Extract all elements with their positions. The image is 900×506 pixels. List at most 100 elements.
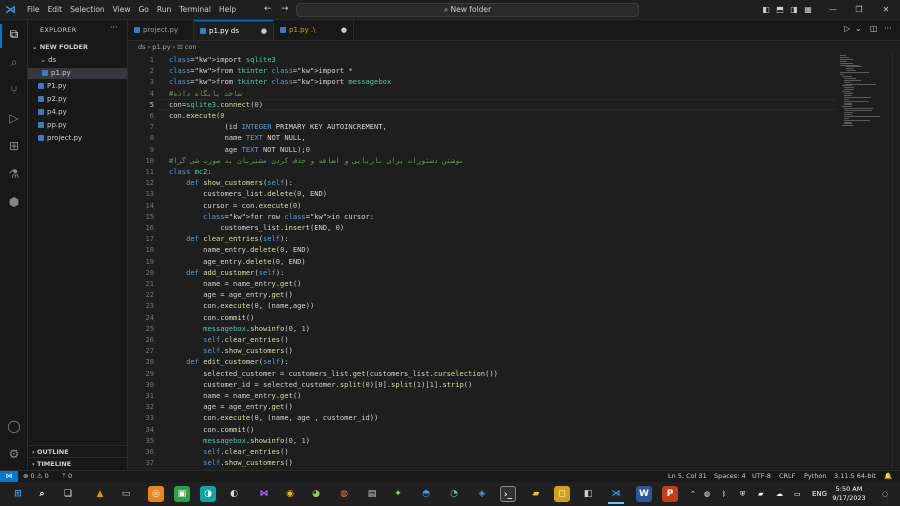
notification-center-icon[interactable]: ◌ — [882, 482, 888, 506]
menu-help[interactable]: Help — [215, 0, 240, 20]
code-line[interactable]: 26 self.clear_entries() — [128, 334, 828, 345]
code-line[interactable]: 27 self.show_customers() — [128, 345, 828, 356]
code-line[interactable]: 11 class mc2: — [128, 166, 828, 177]
code-line[interactable]: 25 messagebox.showinfo(0, 1) — [128, 323, 828, 334]
code-text[interactable]: age TEXT NOT NULL);0 — [169, 144, 310, 155]
code-text[interactable]: def add_customer(self): — [169, 267, 284, 278]
code-text[interactable]: self.clear_entries() — [169, 446, 288, 457]
tab-p1-ds[interactable]: p1.py ds ● — [194, 20, 274, 40]
code-line[interactable]: 6 con.execute(0 — [128, 110, 828, 121]
code-text[interactable]: class="kw">for row class="kw">in cursor: — [169, 211, 374, 222]
explorer-icon[interactable]: ⧉ — [6, 26, 22, 42]
code-line[interactable]: 5 con=sqlite3.connect(0) — [128, 99, 828, 110]
code-line[interactable]: 23 con.execute(0, (name,age)) — [128, 300, 828, 311]
outline-section[interactable]: › OUTLINE — [28, 445, 128, 457]
vlc-icon[interactable]: ▲ — [92, 486, 108, 502]
vscode-logo-icon[interactable]: ⋊ — [5, 4, 17, 16]
tray-shield-icon[interactable]: ⛨ — [740, 482, 745, 506]
code-line[interactable]: 19 age_entry.delete(0, END) — [128, 256, 828, 267]
menu-run[interactable]: Run — [153, 0, 175, 20]
code-editor[interactable]: 1 class="kw">import sqlite3 2 class="kw">fr… — [128, 52, 836, 470]
code-line[interactable]: 21 name = name_entry.get() — [128, 278, 828, 289]
command-center-search[interactable]: ⌕ New folder — [296, 3, 639, 17]
code-text[interactable]: (id INTEGER PRIMARY KEY AUTOINCREMENT, — [169, 121, 387, 132]
code-text[interactable]: #نوشتن دستورات برای بازیابی و اضافه و حذ… — [169, 155, 464, 166]
app-grey-icon[interactable]: ◐ — [226, 486, 242, 502]
code-text[interactable]: con.commit() — [169, 312, 254, 323]
vscode-taskbar-icon[interactable]: ⋊ — [608, 486, 624, 504]
code-text[interactable]: age = age_entry.get() — [169, 289, 293, 300]
code-text[interactable]: con.execute(0, (name, age , customer_id)… — [169, 412, 378, 423]
file-p4[interactable]: p4.py — [38, 107, 67, 118]
powerpoint-icon[interactable]: P — [662, 486, 678, 502]
python-interpreter[interactable]: 3.11.5 64-bit — [834, 471, 876, 482]
menu-terminal[interactable]: Terminal — [175, 0, 215, 20]
code-line[interactable]: 7 (id INTEGER PRIMARY KEY AUTOINCREMENT, — [128, 121, 828, 132]
code-line[interactable]: 1 class="kw">import sqlite3 — [128, 54, 828, 65]
code-text[interactable]: def edit_customer(self): — [169, 356, 289, 367]
file-pp[interactable]: pp.py — [38, 120, 67, 131]
code-text[interactable]: con=sqlite3.connect(0) — [169, 99, 263, 110]
code-line[interactable]: 18 name_entry.delete(0, END) — [128, 244, 828, 255]
ports-indicator[interactable]: ᛘ 0 — [62, 471, 72, 482]
code-text[interactable]: con.commit() — [169, 424, 254, 435]
file-P1[interactable]: P1.py — [38, 81, 67, 92]
folder-ds[interactable]: ⌄ ds — [40, 55, 56, 66]
file-icon[interactable]: ▭ — [118, 486, 134, 502]
task-view-icon[interactable]: ❏ — [60, 486, 76, 502]
code-line[interactable]: 33 con.execute(0, (name, age , customer_… — [128, 412, 828, 423]
app-orange-icon[interactable]: ◎ — [148, 486, 164, 502]
file-project[interactable]: project.py — [38, 133, 82, 144]
code-text[interactable]: customers_list.delete(0, END) — [169, 188, 327, 199]
menu-edit[interactable]: Edit — [44, 0, 67, 20]
code-text[interactable]: class mc2: — [169, 166, 212, 177]
code-line[interactable]: 30 customer_id = selected_customer.split… — [128, 379, 828, 390]
code-text[interactable]: name = name_entry.get() — [169, 390, 301, 401]
app-cyan-icon[interactable]: ◔ — [446, 486, 462, 502]
vertical-scrollbar[interactable] — [892, 52, 900, 470]
code-text[interactable]: class="kw">import sqlite3 — [169, 54, 276, 65]
unsaved-dot-icon[interactable]: ● — [261, 21, 267, 41]
chrome-icon[interactable]: ◉ — [282, 486, 298, 502]
file-ds-p1[interactable]: p1.py — [28, 68, 127, 79]
python-icon[interactable]: ⬢ — [6, 194, 22, 210]
tray-folder-icon[interactable]: ▰ — [758, 482, 763, 506]
word-icon[interactable]: W — [636, 486, 652, 502]
toggle-panel-icon[interactable]: ⬒ — [774, 0, 786, 20]
code-line[interactable]: 2 class="kw">from tkinter class="kw">impo… — [128, 65, 828, 76]
customize-layout-icon[interactable]: ▦ — [802, 0, 814, 20]
code-line[interactable]: 32 age = age_entry.get() — [128, 401, 828, 412]
code-line[interactable]: 36 self.clear_entries() — [128, 446, 828, 457]
code-text[interactable]: selected_customer = customers_list.get(c… — [169, 368, 498, 379]
code-line[interactable]: 15 class="kw">for row class="kw">in curs… — [128, 211, 828, 222]
source-control-icon[interactable]: ⑂ — [6, 82, 22, 98]
code-line[interactable]: 35 messagebox.showinfo(0, 1) — [128, 435, 828, 446]
code-text[interactable]: name TEXT NOT NULL, — [169, 132, 306, 143]
code-text[interactable]: age = age_entry.get() — [169, 401, 293, 412]
taskbar-search-icon[interactable]: ⌕ — [34, 486, 50, 502]
app-edge-green-icon[interactable]: ◕ — [308, 486, 324, 502]
code-line[interactable]: 24 con.commit() — [128, 312, 828, 323]
code-line[interactable]: 8 name TEXT NOT NULL, — [128, 132, 828, 143]
app-white-icon[interactable]: ◧ — [580, 486, 596, 502]
tray-app-icon[interactable]: ◍ — [704, 482, 710, 506]
unsaved-dot-icon[interactable]: ● — [341, 20, 347, 40]
code-text[interactable]: name_entry.delete(0, END) — [169, 244, 310, 255]
code-line[interactable]: 29 selected_customer = customers_list.ge… — [128, 368, 828, 379]
tab-p1-root[interactable]: p1.py .\ ● — [274, 20, 354, 40]
tray-bluetooth-icon[interactable]: ᛒ — [722, 482, 726, 506]
code-line[interactable]: 34 con.commit() — [128, 424, 828, 435]
account-icon[interactable]: ◯ — [6, 418, 22, 434]
firefox-icon[interactable]: ◍ — [336, 486, 352, 502]
code-text[interactable]: con.execute(0 — [169, 110, 225, 121]
back-icon[interactable]: ← — [264, 3, 272, 15]
forward-icon[interactable]: → — [281, 3, 289, 15]
notepad-icon[interactable]: ▤ — [364, 486, 380, 502]
indentation[interactable]: Spaces: 4 — [714, 471, 746, 482]
tray-battery-icon[interactable]: ▭ — [794, 482, 801, 506]
language-mode[interactable]: Python — [804, 471, 827, 482]
code-line[interactable]: 22 age = age_entry.get() — [128, 289, 828, 300]
code-text[interactable]: #ساخت پایگاه داده — [169, 88, 242, 99]
code-text[interactable]: age_entry.delete(0, END) — [169, 256, 306, 267]
code-line[interactable]: 16 customers_list.insert(END, 0) — [128, 222, 828, 233]
